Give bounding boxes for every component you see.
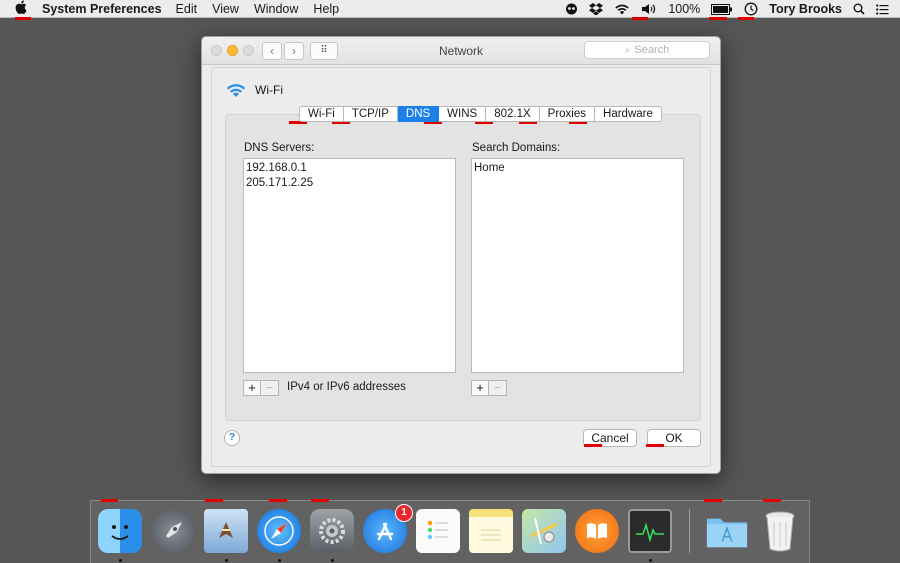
interface-name: Wi-Fi	[255, 83, 283, 97]
dropbox-icon[interactable]	[589, 3, 604, 15]
battery-percentage[interactable]: 100%	[668, 2, 700, 16]
tab-hardware[interactable]: Hardware	[595, 106, 662, 122]
network-content: Wi-Fi Wi-Fi TCP/IP DNS WINS 802.1X Proxi…	[211, 67, 711, 467]
annotation-mark	[311, 499, 329, 502]
search-placeholder: Search	[634, 44, 670, 56]
notes-icon[interactable]	[469, 509, 513, 553]
dns-server-entry[interactable]: 192.168.0.1	[246, 161, 453, 176]
annotation-mark	[704, 499, 722, 502]
activity-monitor-icon[interactable]	[628, 509, 672, 553]
volume-icon[interactable]	[641, 3, 657, 15]
notification-center-icon[interactable]	[876, 3, 889, 15]
trash-icon[interactable]	[758, 509, 802, 553]
app-store-badge: 1	[395, 504, 413, 522]
running-indicator	[331, 559, 334, 562]
annotation-mark	[101, 499, 118, 502]
mail-icon[interactable]	[204, 509, 248, 553]
dns-servers-list[interactable]: 192.168.0.1 205.171.2.25	[243, 158, 456, 373]
dns-servers-label: DNS Servers:	[244, 142, 315, 154]
dock: 1	[90, 500, 810, 563]
wifi-icon[interactable]	[614, 3, 630, 15]
finder-icon[interactable]	[98, 509, 142, 553]
search-icon: ⌕	[624, 44, 631, 56]
annotation-mark	[205, 499, 223, 502]
annotation-mark	[15, 17, 31, 20]
remove-dns-server-button[interactable]: −	[261, 380, 279, 396]
interface-header: Wi-Fi	[225, 82, 283, 98]
tab-wins[interactable]: WINS	[439, 106, 487, 122]
user-name[interactable]: Tory Brooks	[769, 2, 842, 16]
battery-icon[interactable]	[711, 3, 733, 15]
annotation-mark	[646, 444, 664, 447]
annotation-mark	[738, 17, 754, 20]
app-store-icon[interactable]: 1	[363, 504, 413, 553]
window-titlebar[interactable]: ‹ › ⠿ Network ⌕ Search	[202, 37, 720, 65]
annotation-mark	[709, 17, 727, 20]
menu-help[interactable]: Help	[313, 2, 339, 16]
menu-view[interactable]: View	[212, 2, 239, 16]
search-domains-label: Search Domains:	[472, 142, 561, 154]
dns-panel: DNS Servers: 192.168.0.1 205.171.2.25 + …	[225, 114, 701, 421]
apple-icon[interactable]	[0, 0, 42, 17]
launchpad-icon[interactable]	[151, 509, 195, 553]
ibooks-icon[interactable]	[575, 509, 619, 553]
running-indicator	[278, 559, 281, 562]
menu-bar: System Preferences Edit View Window Help…	[0, 0, 900, 18]
maps-icon[interactable]	[522, 509, 566, 553]
help-button[interactable]: ?	[224, 430, 240, 446]
time-machine-icon[interactable]	[744, 2, 758, 16]
menu-edit[interactable]: Edit	[176, 2, 198, 16]
alien-status-icon[interactable]	[565, 3, 578, 15]
dns-address-hint: IPv4 or IPv6 addresses	[287, 381, 406, 393]
running-indicator	[119, 559, 122, 562]
add-dns-server-button[interactable]: +	[243, 380, 261, 396]
tab-dns[interactable]: DNS	[397, 106, 440, 122]
tab-8021x[interactable]: 802.1X	[486, 106, 540, 122]
applications-folder-icon[interactable]	[705, 509, 749, 553]
tab-proxies[interactable]: Proxies	[539, 106, 596, 122]
tab-tcpip[interactable]: TCP/IP	[343, 106, 398, 122]
search-domain-entry[interactable]: Home	[474, 161, 681, 176]
running-indicator	[225, 559, 228, 562]
system-preferences-icon[interactable]	[310, 509, 354, 553]
dns-add-remove: + −	[243, 380, 279, 396]
remove-search-domain-button[interactable]: −	[489, 380, 507, 396]
add-search-domain-button[interactable]: +	[471, 380, 489, 396]
search-field[interactable]: ⌕ Search	[584, 41, 710, 59]
search-domains-list[interactable]: Home	[471, 158, 684, 373]
annotation-mark	[632, 17, 648, 20]
dns-server-entry[interactable]: 205.171.2.25	[246, 176, 453, 191]
menu-window[interactable]: Window	[254, 2, 298, 16]
running-indicator	[649, 559, 652, 562]
annotation-mark	[763, 499, 781, 502]
menu-app-name[interactable]: System Preferences	[42, 2, 162, 16]
tab-wifi[interactable]: Wi-Fi	[299, 106, 344, 122]
dock-separator	[689, 509, 690, 553]
safari-icon[interactable]	[257, 509, 301, 553]
tab-bar: Wi-Fi TCP/IP DNS WINS 802.1X Proxies Har…	[299, 106, 662, 122]
wifi-icon	[226, 84, 246, 97]
reminders-icon[interactable]	[416, 509, 460, 553]
spotlight-search-icon[interactable]	[853, 3, 865, 15]
annotation-mark	[269, 499, 287, 502]
annotation-mark	[584, 444, 602, 447]
search-domains-add-remove: + −	[471, 380, 507, 396]
network-window: ‹ › ⠿ Network ⌕ Search Wi-Fi Wi-Fi TCP/I…	[201, 36, 721, 474]
